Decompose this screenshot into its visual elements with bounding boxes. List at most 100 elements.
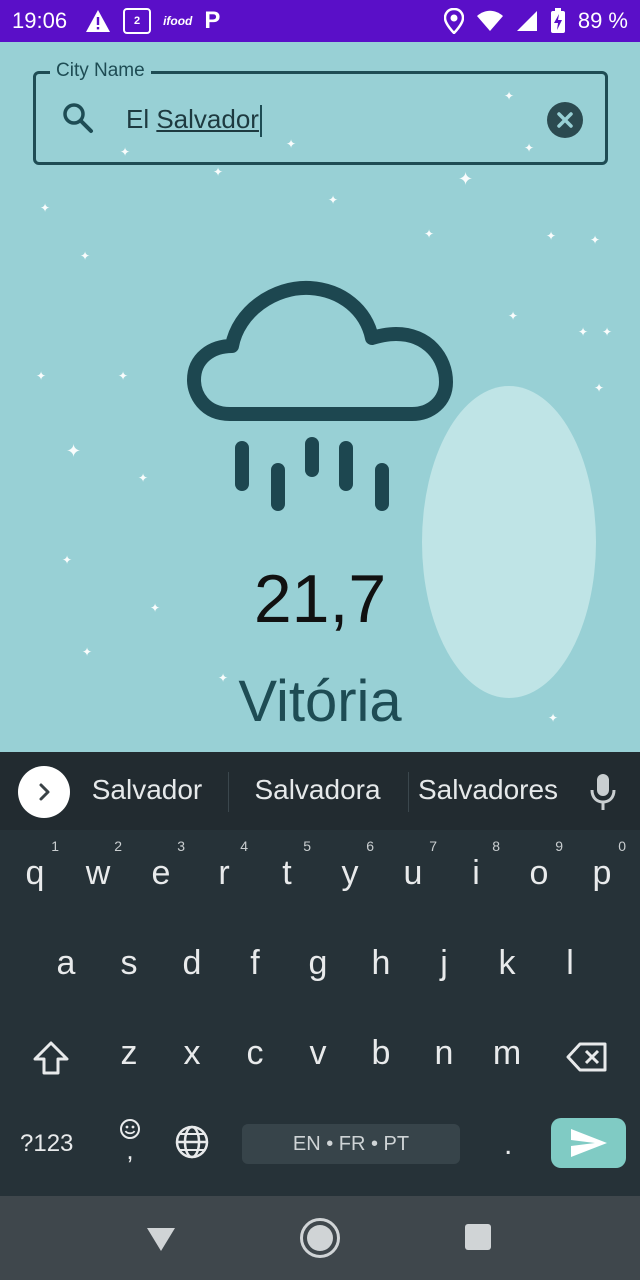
chevron-right-icon: [39, 783, 50, 801]
key-label: a: [56, 944, 76, 982]
key-i[interactable]: i8: [446, 838, 506, 893]
key-m[interactable]: m: [477, 1034, 537, 1073]
emoji-comma-key[interactable]: ,: [118, 1118, 142, 1163]
key-label: n: [434, 1034, 454, 1072]
period-key[interactable]: .: [504, 1128, 512, 1162]
key-label: j: [440, 944, 448, 982]
key-j[interactable]: j: [414, 944, 474, 983]
weather-app: ✦ ✦ ✦ ✦ ✦ ✦ ✦ ✦ ✦ ✦ ✦ ✦ ✦ ✦ ✦ ✦ ✦ ✦ ✦ ✦ …: [0, 42, 640, 752]
shift-key[interactable]: [32, 1040, 70, 1081]
key-g[interactable]: g: [288, 944, 348, 983]
search-icon: [60, 100, 96, 136]
key-a[interactable]: a: [36, 944, 96, 983]
key-label: h: [371, 944, 391, 982]
key-w[interactable]: w2: [68, 838, 128, 893]
status-bar: 19:06 2 ifood P 89 %: [0, 0, 640, 42]
star-decoration: ✦: [590, 233, 601, 247]
key-f[interactable]: f: [225, 944, 285, 983]
rain-cloud-icon: [187, 280, 453, 511]
star-decoration: ✦: [80, 249, 91, 263]
key-u[interactable]: u7: [383, 838, 443, 893]
send-button[interactable]: [551, 1118, 626, 1168]
key-number-hint: 2: [114, 838, 122, 854]
key-d[interactable]: d: [162, 944, 222, 983]
key-t[interactable]: t5: [257, 838, 317, 893]
star-decoration: ✦: [508, 309, 519, 323]
backspace-key[interactable]: [566, 1042, 608, 1077]
key-label: v: [309, 1034, 327, 1072]
suggestion-3[interactable]: Salvadores: [414, 774, 562, 806]
key-h[interactable]: h: [351, 944, 411, 983]
status-time: 19:06: [12, 8, 68, 33]
text-cursor: [259, 105, 262, 138]
key-b[interactable]: b: [351, 1034, 411, 1073]
battery-charging-icon: [550, 8, 566, 34]
key-label: p: [592, 854, 612, 892]
location-icon: [443, 8, 464, 34]
star-decoration: ✦: [458, 169, 474, 189]
key-e[interactable]: e3: [131, 838, 191, 893]
suggestion-2[interactable]: Salvadora: [240, 774, 395, 806]
ifood-icon: ifood: [163, 14, 193, 28]
suggestion-strip: Salvador Salvadora Salvadores: [0, 752, 640, 830]
key-o[interactable]: o9: [509, 838, 569, 893]
key-label: f: [250, 944, 260, 982]
star-decoration: ✦: [36, 369, 47, 383]
expand-suggestions-button[interactable]: [18, 766, 70, 818]
input-text-composing: Salvador: [156, 104, 259, 134]
temperature: 21,7: [253, 561, 387, 637]
key-number-hint: 5: [303, 838, 311, 854]
key-label: o: [529, 854, 549, 892]
star-decoration: ✦: [328, 193, 339, 207]
home-icon[interactable]: [300, 1218, 340, 1258]
key-r[interactable]: r4: [194, 838, 254, 893]
key-k[interactable]: k: [477, 944, 537, 983]
symbols-key[interactable]: ?123: [20, 1130, 73, 1158]
star-decoration: ✦: [578, 325, 589, 339]
key-label: r: [218, 854, 230, 892]
key-label: g: [308, 944, 328, 982]
key-z[interactable]: z: [99, 1034, 159, 1073]
key-label: q: [25, 854, 45, 892]
key-label: u: [403, 854, 423, 892]
key-y[interactable]: y6: [320, 838, 380, 893]
suggestion-1[interactable]: Salvador: [80, 774, 214, 806]
key-label: b: [371, 1034, 391, 1072]
star-decoration: ✦: [82, 645, 93, 659]
shift-icon: [33, 1041, 69, 1075]
language-key[interactable]: [174, 1124, 210, 1165]
key-n[interactable]: n: [414, 1034, 474, 1073]
key-label: z: [120, 1034, 138, 1072]
space-bar[interactable]: EN • FR • PT: [242, 1124, 460, 1164]
key-l[interactable]: l: [540, 944, 600, 983]
key-label: w: [85, 854, 111, 892]
key-s[interactable]: s: [99, 944, 159, 983]
key-number-hint: 1: [51, 838, 59, 854]
key-label: s: [120, 944, 138, 982]
key-q[interactable]: q1: [5, 838, 65, 893]
navigation-bar: [0, 1196, 640, 1280]
send-icon: [570, 1129, 607, 1157]
star-decoration: ✦: [40, 201, 51, 215]
key-x[interactable]: x: [162, 1034, 222, 1073]
city-name-input[interactable]: El Salvador: [126, 104, 262, 138]
key-v[interactable]: v: [288, 1034, 348, 1073]
recent-apps-icon[interactable]: [465, 1224, 491, 1250]
key-c[interactable]: c: [225, 1034, 285, 1073]
back-icon[interactable]: [146, 1226, 176, 1257]
clear-icon: [557, 112, 573, 128]
star-decoration: ✦: [424, 227, 435, 241]
wifi-icon: [476, 8, 504, 34]
city-name-field[interactable]: City Name El Salvador: [33, 60, 608, 165]
star-decoration: ✦: [118, 369, 129, 383]
key-number-hint: 9: [555, 838, 563, 854]
key-label: c: [246, 1034, 264, 1072]
clear-button[interactable]: [547, 102, 583, 138]
key-p[interactable]: p0: [572, 838, 632, 893]
star-decoration: ✦: [66, 441, 82, 461]
key-number-hint: 7: [429, 838, 437, 854]
key-label: e: [151, 854, 171, 892]
qr-app-icon: 2: [123, 8, 152, 34]
microphone-icon[interactable]: [588, 772, 618, 812]
key-label: x: [183, 1034, 201, 1072]
